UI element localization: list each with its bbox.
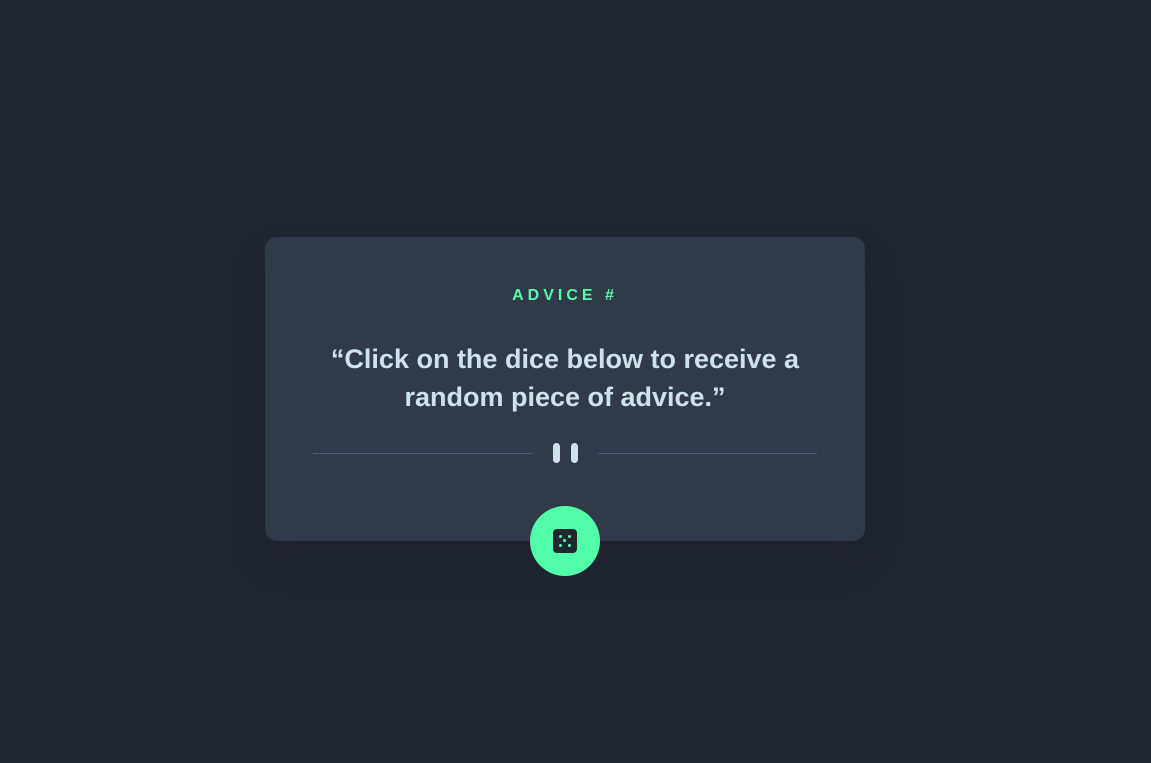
page: ADVICE # “Click on the dice below to rec… — [0, 0, 1151, 763]
dice-icon — [553, 529, 577, 553]
advice-card: ADVICE # “Click on the dice below to rec… — [265, 237, 865, 541]
divider-line-right — [598, 453, 817, 454]
divider — [313, 440, 817, 466]
pause-icon — [553, 443, 579, 463]
advice-quote: “Click on the dice below to receive a ra… — [330, 344, 800, 412]
generate-advice-button[interactable] — [530, 506, 600, 576]
divider-line-left — [313, 453, 532, 454]
advice-title: ADVICE # — [512, 287, 618, 304]
